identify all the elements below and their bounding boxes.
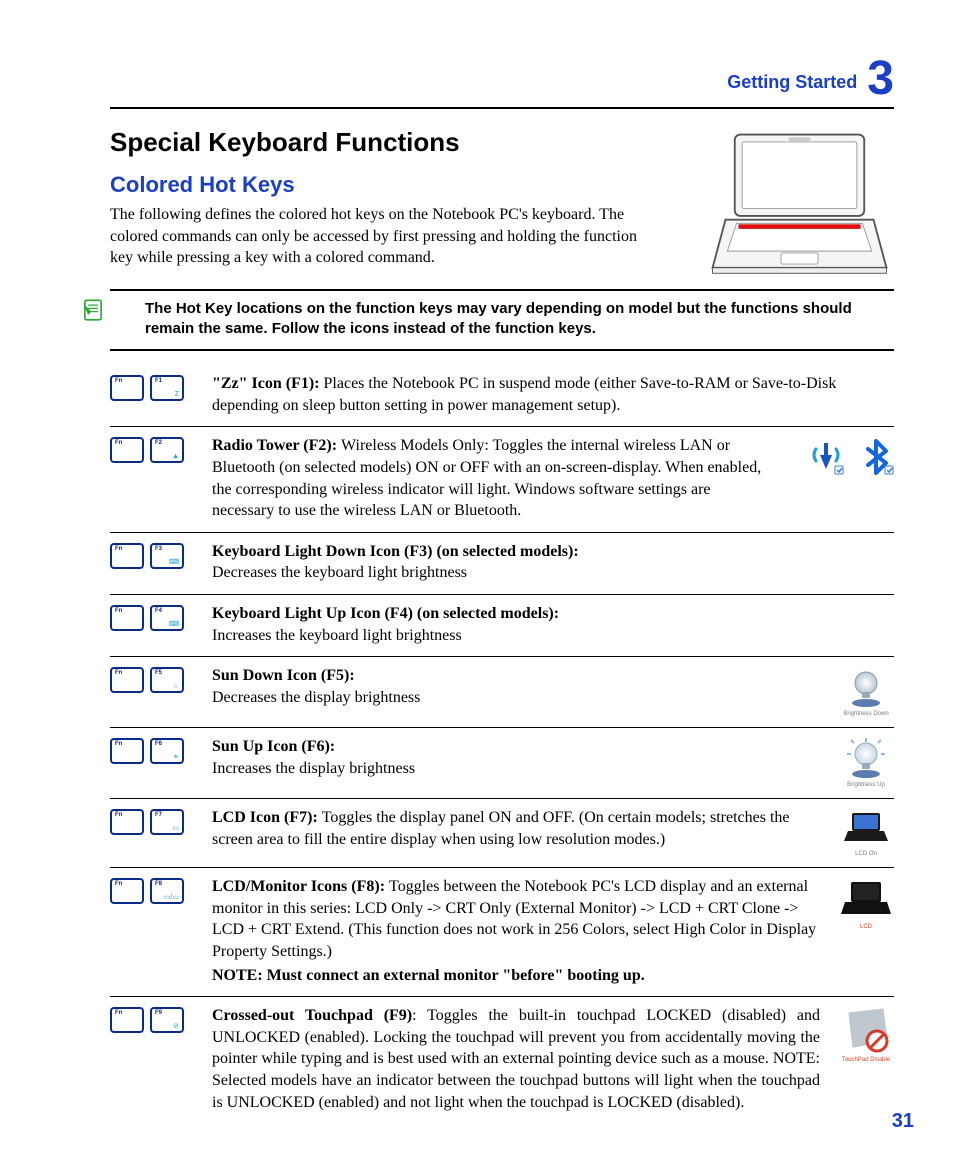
hotkey-description: LCD Icon (F7): Toggles the display panel…: [212, 807, 826, 850]
f2-key-icon: F2▲: [150, 437, 184, 463]
bluetooth-icon: [858, 439, 894, 475]
fn-key-icon: Fn: [110, 437, 144, 463]
fn-key-icon: Fn: [110, 605, 144, 631]
key-combo: Fn F5☼: [110, 665, 200, 693]
fn-key-icon: Fn: [110, 738, 144, 764]
running-header: Getting Started 3: [110, 55, 894, 109]
hotkey-description: Crossed-out Touchpad (F9): Toggles the b…: [212, 1005, 826, 1113]
note-icon: [80, 297, 106, 323]
key-combo: Fn F4⌨: [110, 603, 200, 631]
hotkey-row-f2: Fn F2▲ Radio Tower (F2): Wireless Models…: [110, 427, 894, 532]
key-combo: Fn F2▲: [110, 435, 200, 463]
icon-caption: Brightness Down: [843, 711, 888, 717]
fn-key-icon: Fn: [110, 809, 144, 835]
key-combo: Fn F1Z: [110, 373, 200, 401]
intro-paragraph: The following defines the colored hot ke…: [110, 204, 650, 269]
fn-key-icon: Fn: [110, 878, 144, 904]
key-combo: Fn F3⌨: [110, 541, 200, 569]
note-callout: The Hot Key locations on the function ke…: [110, 289, 894, 352]
hotkey-description: Radio Tower (F2): Wireless Models Only: …: [212, 435, 772, 521]
hotkey-description: Keyboard Light Down Icon (F3) (on select…: [212, 541, 894, 584]
hotkey-description: "Zz" Icon (F1): Places the Notebook PC i…: [212, 373, 894, 416]
key-combo: Fn F6☀: [110, 736, 200, 764]
fn-key-icon: Fn: [110, 543, 144, 569]
page-number: 31: [892, 1110, 914, 1133]
note-text: The Hot Key locations on the function ke…: [110, 299, 894, 340]
icon-caption: LCD: [860, 924, 872, 930]
fn-key-icon: Fn: [110, 375, 144, 401]
key-combo: Fn F8▭/▭: [110, 876, 200, 904]
laptop-on-icon: [842, 809, 890, 849]
fn-key-icon: Fn: [110, 1007, 144, 1033]
hotkey-row-f1: Fn F1Z "Zz" Icon (F1): Places the Notebo…: [110, 365, 894, 427]
page-title: Special Keyboard Functions: [110, 127, 686, 158]
hotkey-row-f8: Fn F8▭/▭ LCD/Monitor Icons (F8): Toggles…: [110, 868, 894, 997]
fn-key-icon: Fn: [110, 667, 144, 693]
hotkey-row-f5: Fn F5☼ Sun Down Icon (F5):Decreases the …: [110, 657, 894, 728]
icon-caption: LCD On: [855, 851, 877, 857]
f5-key-icon: F5☼: [150, 667, 184, 693]
wifi-icon: [808, 439, 844, 475]
laptop-off-icon: [839, 878, 893, 922]
laptop-illustration: [704, 127, 894, 277]
bulb-down-icon: [845, 667, 887, 709]
f9-key-icon: F9⊘: [150, 1007, 184, 1033]
hotkey-description: LCD/Monitor Icons (F8): Toggles between …: [212, 876, 826, 986]
f7-key-icon: F7▭: [150, 809, 184, 835]
key-combo: Fn F7▭: [110, 807, 200, 835]
hotkey-row-f4: Fn F4⌨ Keyboard Light Up Icon (F4) (on s…: [110, 595, 894, 657]
section-name: Getting Started: [727, 72, 857, 93]
hotkey-row-f6: Fn F6☀ Sun Up Icon (F6):Increases the di…: [110, 728, 894, 799]
f1-key-icon: F1Z: [150, 375, 184, 401]
icon-caption: TouchPad Disable: [842, 1057, 890, 1063]
key-combo: Fn F9⊘: [110, 1005, 200, 1033]
f4-key-icon: F4⌨: [150, 605, 184, 631]
hotkey-description: Sun Up Icon (F6):Increases the display b…: [212, 736, 826, 779]
f3-key-icon: F3⌨: [150, 543, 184, 569]
f6-key-icon: F6☀: [150, 738, 184, 764]
chapter-number: 3: [867, 55, 894, 103]
icon-caption: Brightness Up: [847, 782, 885, 788]
touchpad-disable-icon: [839, 1007, 893, 1055]
hotkey-row-f9: Fn F9⊘ Crossed-out Touchpad (F9): Toggle…: [110, 997, 894, 1123]
hotkey-row-f3: Fn F3⌨ Keyboard Light Down Icon (F3) (on…: [110, 533, 894, 595]
hotkey-row-f7: Fn F7▭ LCD Icon (F7): Toggles the displa…: [110, 799, 894, 868]
hotkey-description: Sun Down Icon (F5):Decreases the display…: [212, 665, 826, 708]
f8-key-icon: F8▭/▭: [150, 878, 184, 904]
bulb-up-icon: [845, 738, 887, 780]
page-subtitle: Colored Hot Keys: [110, 172, 686, 198]
hotkey-description: Keyboard Light Up Icon (F4) (on selected…: [212, 603, 894, 646]
